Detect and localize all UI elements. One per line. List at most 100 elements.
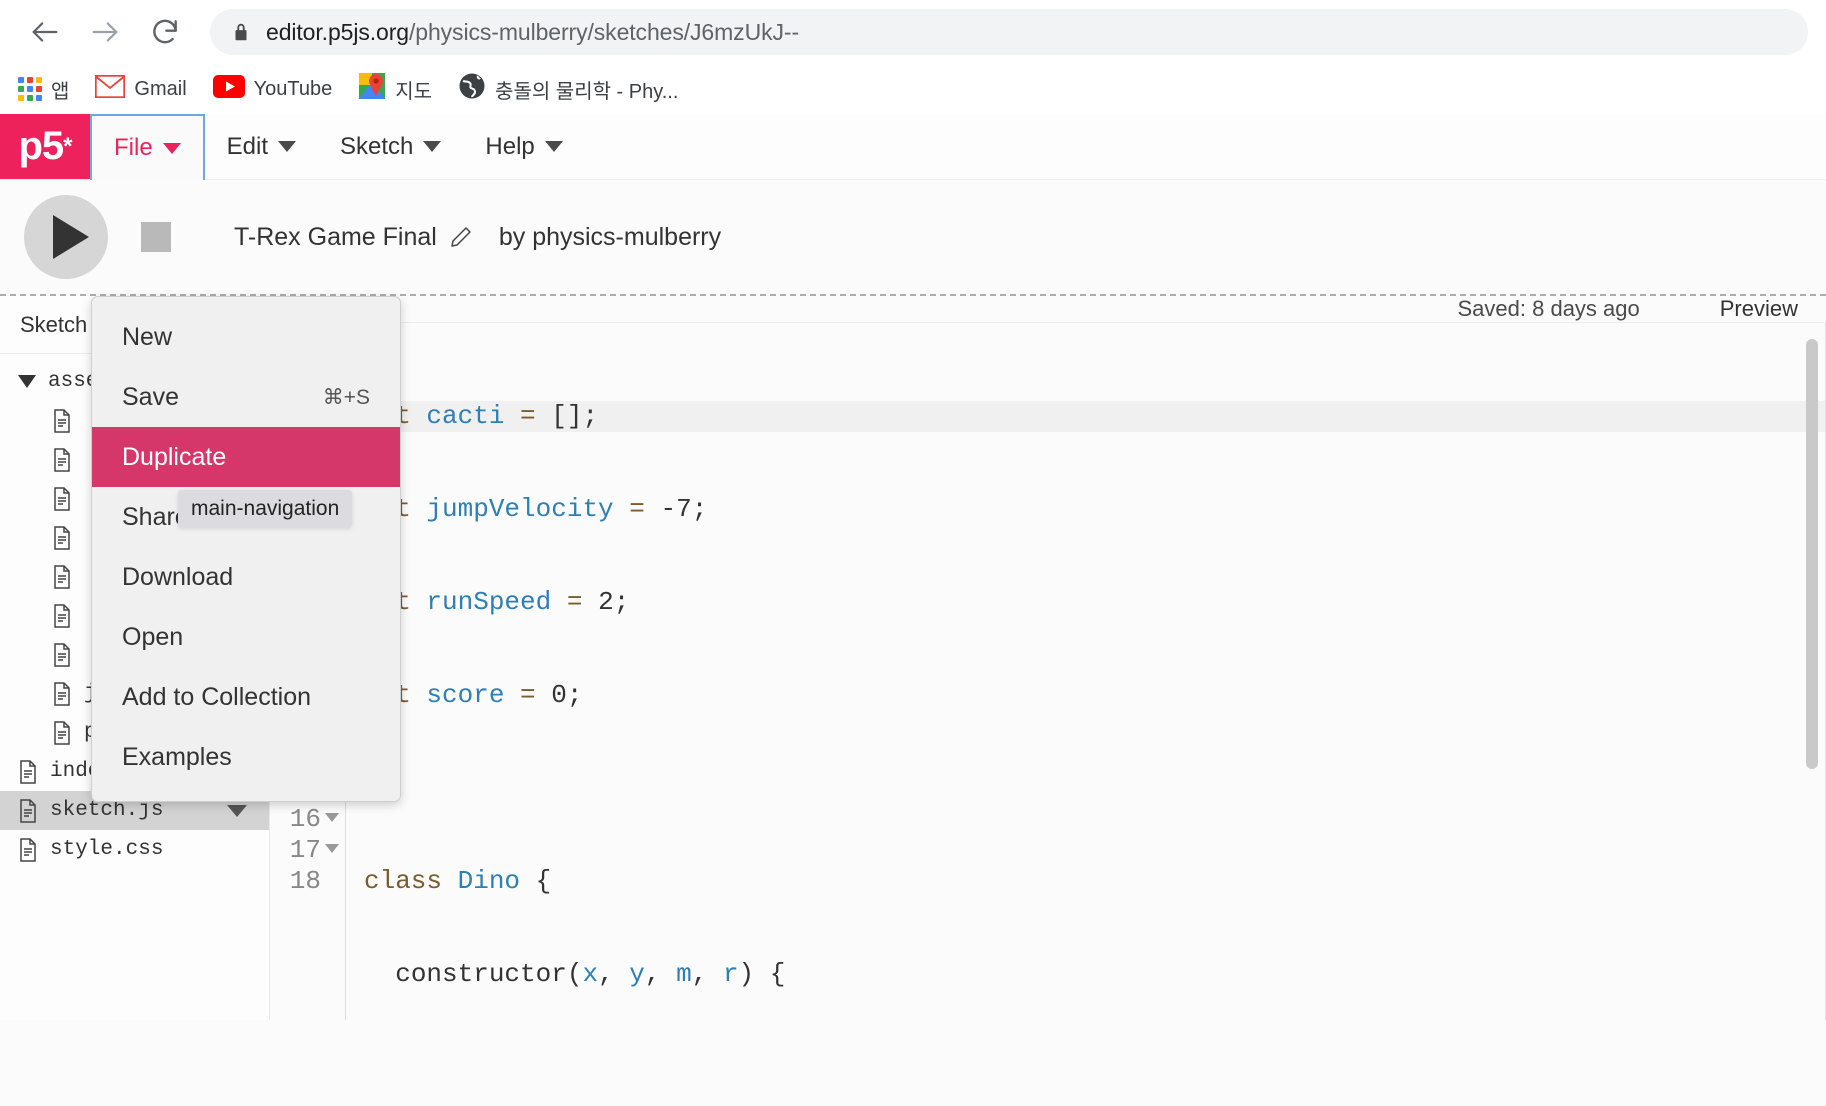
bookmark-maps[interactable]: 지도 [358, 72, 432, 106]
fold-chevron-icon[interactable] [325, 844, 339, 853]
line-number-foldable[interactable]: 16 [270, 804, 339, 835]
browser-chrome: editor.p5js.org/physics-mulberry/sketche… [0, 0, 1826, 114]
document-icon [52, 408, 72, 433]
p5-logo-text: p5 [18, 124, 64, 168]
document-icon [18, 759, 38, 784]
saved-status: Saved: 8 days ago [1457, 296, 1640, 321]
nav-item-edit[interactable]: Edit [205, 114, 318, 179]
nav-item-file[interactable]: File [90, 114, 205, 180]
menu-item-examples[interactable]: Examples [92, 727, 400, 787]
lock-icon [230, 20, 252, 44]
gmail-icon [95, 74, 126, 104]
bookmark-label: Gmail [134, 77, 187, 100]
code-line: let jumpVelocity = -7; [364, 494, 708, 524]
chevron-down-icon [278, 141, 297, 152]
editor-header: sketch.js Saved: 8 days ago Preview [270, 296, 1826, 323]
url-text: editor.p5js.org/physics-mulberry/sketche… [266, 19, 799, 46]
apps-grid-icon [18, 77, 42, 101]
sketch-toolbar: T-Rex Game Final by physics-mulberry [0, 180, 1826, 296]
menu-item-label: New [122, 322, 173, 351]
stop-button[interactable] [114, 195, 198, 279]
file-tree-item-style-css[interactable]: style.css [0, 830, 269, 869]
stop-icon [141, 222, 171, 252]
bookmarks-bar: 앱 Gmail YouTube 지도 충돌의 물리학 - Phy... [0, 64, 1826, 114]
forward-arrow-icon[interactable] [78, 5, 132, 59]
document-icon [52, 603, 72, 628]
bookmark-label: 앱 [51, 80, 70, 103]
menu-item-download[interactable]: Download [92, 547, 400, 607]
document-icon [52, 681, 72, 706]
nav-item-label: Help [485, 132, 535, 160]
code-line: class Dino { [364, 866, 552, 896]
menu-item-label: Add to Collection [122, 682, 312, 711]
bookmark-label: 충돌의 물리학 - Phy... [495, 80, 679, 103]
bookmark-gmail[interactable]: Gmail [95, 74, 187, 104]
menu-item-new[interactable]: New [92, 307, 400, 367]
bookmark-label: YouTube [253, 77, 333, 100]
bookmark-apps[interactable]: 앱 [18, 75, 69, 104]
p5-logo[interactable]: p5 * [0, 114, 90, 179]
nav-item-label: File [114, 134, 153, 161]
document-icon [52, 642, 72, 667]
main-navigation: p5 * File Edit Sketch Help [0, 114, 1826, 180]
bookmark-physics[interactable]: 충돌의 물리학 - Phy... [458, 72, 678, 106]
code-line: let runSpeed = 2; [364, 587, 630, 617]
document-icon [18, 798, 38, 823]
nav-item-help[interactable]: Help [463, 114, 584, 179]
tooltip-main-navigation: main-navigation [178, 490, 353, 528]
reload-icon[interactable] [138, 5, 192, 59]
file-dropdown-menu: New Save ⌘+S Duplicate Share Download Op… [91, 296, 401, 802]
line-number-foldable[interactable]: 17 [270, 835, 339, 866]
address-bar[interactable]: editor.p5js.org/physics-mulberry/sketche… [210, 9, 1808, 55]
sketch-author[interactable]: by physics-mulberry [499, 223, 721, 252]
url-path: /physics-mulberry/sketches/J6mzUkJ-- [408, 18, 800, 45]
play-button[interactable] [24, 195, 108, 279]
menu-item-label: Duplicate [122, 442, 227, 471]
chevron-down-icon [18, 375, 36, 388]
file-name: sketch.js [50, 799, 164, 822]
back-arrow-icon[interactable] [18, 5, 72, 59]
browser-url-bar: editor.p5js.org/physics-mulberry/sketche… [0, 0, 1826, 64]
chevron-down-icon [162, 142, 181, 154]
sketch-title-text: T-Rex Game Final [234, 222, 437, 251]
preview-label: Preview [1719, 296, 1798, 321]
menu-item-label: Save [122, 382, 179, 411]
code-vertical-scrollbar[interactable] [1806, 339, 1818, 769]
nav-item-sketch[interactable]: Sketch [318, 114, 463, 179]
bookmark-youtube[interactable]: YouTube [212, 74, 333, 104]
menu-item-add-to-collection[interactable]: Add to Collection [92, 667, 400, 727]
document-icon [52, 720, 72, 745]
menu-item-label: Examples [122, 742, 232, 771]
line-number: 18 [289, 866, 321, 896]
code-editor-pane: sketch.js Saved: 8 days ago Preview 1 2 … [270, 296, 1826, 1020]
file-options-chevron-down-icon[interactable] [227, 804, 247, 817]
file-name: style.css [50, 838, 164, 861]
document-icon [52, 525, 72, 550]
code-content[interactable]: let cacti = []; let jumpVelocity = -7; l… [346, 323, 1826, 1020]
menu-item-save[interactable]: Save ⌘+S [92, 367, 400, 427]
globe-icon [458, 72, 486, 106]
menu-item-shortcut: ⌘+S [322, 385, 370, 409]
fold-chevron-icon[interactable] [325, 813, 339, 822]
url-host: editor.p5js.org [266, 18, 409, 45]
chevron-down-icon [544, 141, 563, 152]
menu-item-label: Download [122, 562, 234, 591]
menu-item-duplicate[interactable]: Duplicate [92, 427, 400, 487]
code-line: constructor(x, y, m, r) { [395, 959, 786, 989]
document-icon [52, 564, 72, 589]
document-icon [18, 837, 38, 862]
p5-editor-app: p5 * File Edit Sketch Help T-Rex Game Fin… [0, 114, 1826, 1106]
code-area[interactable]: 1 2 3 4 5 6 7 8 9 10 11 12 13 14 15 16 1 [270, 323, 1826, 1020]
nav-item-label: Sketch [340, 132, 414, 160]
pencil-icon[interactable] [449, 225, 473, 249]
document-icon [52, 486, 72, 511]
code-line: let cacti = []; [346, 401, 1826, 432]
menu-item-open[interactable]: Open [92, 607, 400, 667]
nav-item-label: Edit [226, 132, 269, 160]
bookmark-label: 지도 [395, 80, 433, 103]
sketch-title[interactable]: T-Rex Game Final [234, 223, 473, 252]
play-icon [52, 215, 89, 259]
document-icon [52, 447, 72, 472]
code-line: let score = 0; [364, 680, 583, 710]
